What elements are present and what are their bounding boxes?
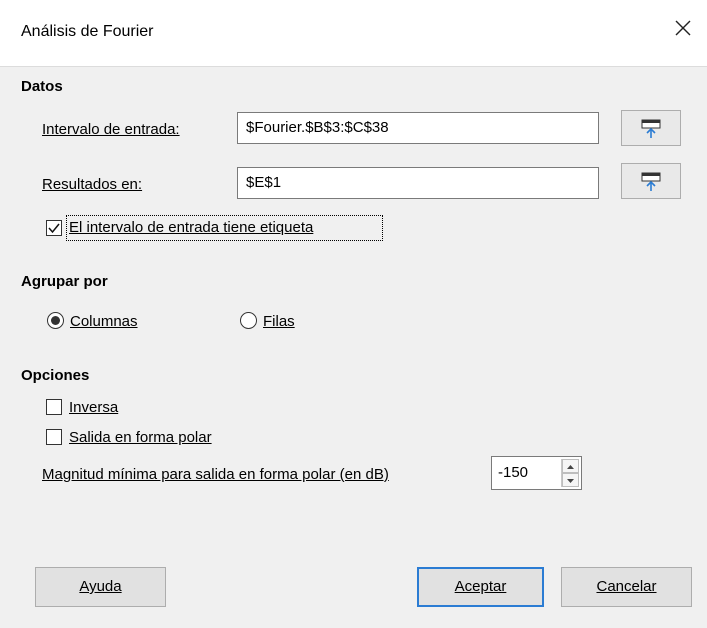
arrow-up-icon xyxy=(567,465,574,469)
dialog-title: Análisis de Fourier xyxy=(21,23,154,40)
min-magnitude-spinner[interactable]: -150 xyxy=(491,456,582,490)
inverse-checkbox-label[interactable]: Inversa xyxy=(69,399,118,416)
spin-down-button[interactable] xyxy=(562,473,579,487)
polar-checkbox-label[interactable]: Salida en forma polar xyxy=(69,429,212,446)
radio-filas-label[interactable]: Filas xyxy=(263,313,295,330)
input-range-label: Intervalo de entrada: xyxy=(42,121,180,138)
radio-filas[interactable] xyxy=(240,312,257,329)
min-magnitude-value: -150 xyxy=(498,464,529,481)
polar-checkbox[interactable] xyxy=(46,429,62,445)
shrink-icon xyxy=(641,119,661,138)
section-agrupar-por: Agrupar por xyxy=(21,273,108,290)
radio-columnas-label[interactable]: Columnas xyxy=(70,313,138,330)
spin-buttons xyxy=(561,459,579,487)
spin-up-button[interactable] xyxy=(562,459,579,473)
shrink-icon xyxy=(641,172,661,191)
help-button[interactable]: Ayuda xyxy=(35,567,166,607)
min-magnitude-label: Magnitud mínima para salida en forma pol… xyxy=(42,466,389,483)
checkmark-icon xyxy=(48,223,60,234)
ok-button[interactable]: Aceptar xyxy=(417,567,544,607)
results-shrink-button[interactable] xyxy=(621,163,681,199)
section-opciones: Opciones xyxy=(21,367,90,384)
input-range-shrink-button[interactable] xyxy=(621,110,681,146)
cancel-button[interactable]: Cancelar xyxy=(561,567,692,607)
input-range-field[interactable]: $Fourier.$B$3:$C$38 xyxy=(237,112,599,144)
has-label-checkbox[interactable] xyxy=(46,220,62,236)
inverse-checkbox[interactable] xyxy=(46,399,62,415)
radio-columnas[interactable] xyxy=(47,312,64,329)
arrow-down-icon xyxy=(567,479,574,483)
section-datos: Datos xyxy=(21,78,63,95)
close-icon[interactable] xyxy=(671,16,695,40)
title-bar: Análisis de Fourier xyxy=(0,0,707,67)
results-label: Resultados en: xyxy=(42,176,143,193)
has-label-checkbox-label[interactable]: El intervalo de entrada tiene etiqueta xyxy=(69,219,313,236)
results-field[interactable]: $E$1 xyxy=(237,167,599,199)
